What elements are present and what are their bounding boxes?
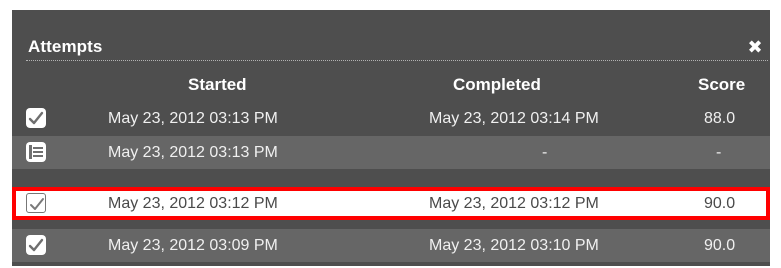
attempts-panel: Attempts ✖ Started Completed Score May 2… [12,10,770,266]
attempt-row[interactable]: May 23, 2012 03:09 PM May 23, 2012 03:10… [12,229,770,262]
attempt-row-selected[interactable]: May 23, 2012 03:12 PM May 23, 2012 03:12… [12,187,770,220]
attempt-completed: May 23, 2012 03:12 PM [429,195,599,212]
attempt-started: May 23, 2012 03:13 PM [108,144,278,161]
panel-header: Attempts ✖ [12,10,770,70]
attempt-started: May 23, 2012 03:13 PM [108,110,278,127]
completed-check-icon[interactable] [26,193,46,213]
attempt-completed: - [542,144,548,161]
attempt-score: - [716,144,722,161]
attempt-row[interactable]: May 23, 2012 03:13 PM May 23, 2012 03:14… [12,102,770,135]
attempt-completed: May 23, 2012 03:14 PM [429,110,599,127]
attempt-score: 90.0 [704,237,736,254]
header-divider [26,60,768,61]
attempt-row[interactable]: May 23, 2012 03:13 PM - - [12,136,770,169]
close-icon[interactable]: ✖ [746,38,764,56]
column-headers: Started Completed Score [12,71,770,98]
column-header-score: Score [698,75,746,94]
completed-check-icon[interactable] [26,235,46,255]
attempt-started: May 23, 2012 03:09 PM [108,237,278,254]
column-header-started: Started [188,75,247,94]
attempt-score: 90.0 [704,195,736,212]
completed-check-icon[interactable] [26,108,46,128]
in-progress-document-icon[interactable] [26,142,46,162]
attempt-score: 88.0 [704,110,736,127]
attempt-started: May 23, 2012 03:12 PM [108,195,278,212]
panel-title: Attempts [28,37,103,56]
column-header-completed: Completed [453,75,541,94]
attempt-completed: May 23, 2012 03:10 PM [429,237,599,254]
